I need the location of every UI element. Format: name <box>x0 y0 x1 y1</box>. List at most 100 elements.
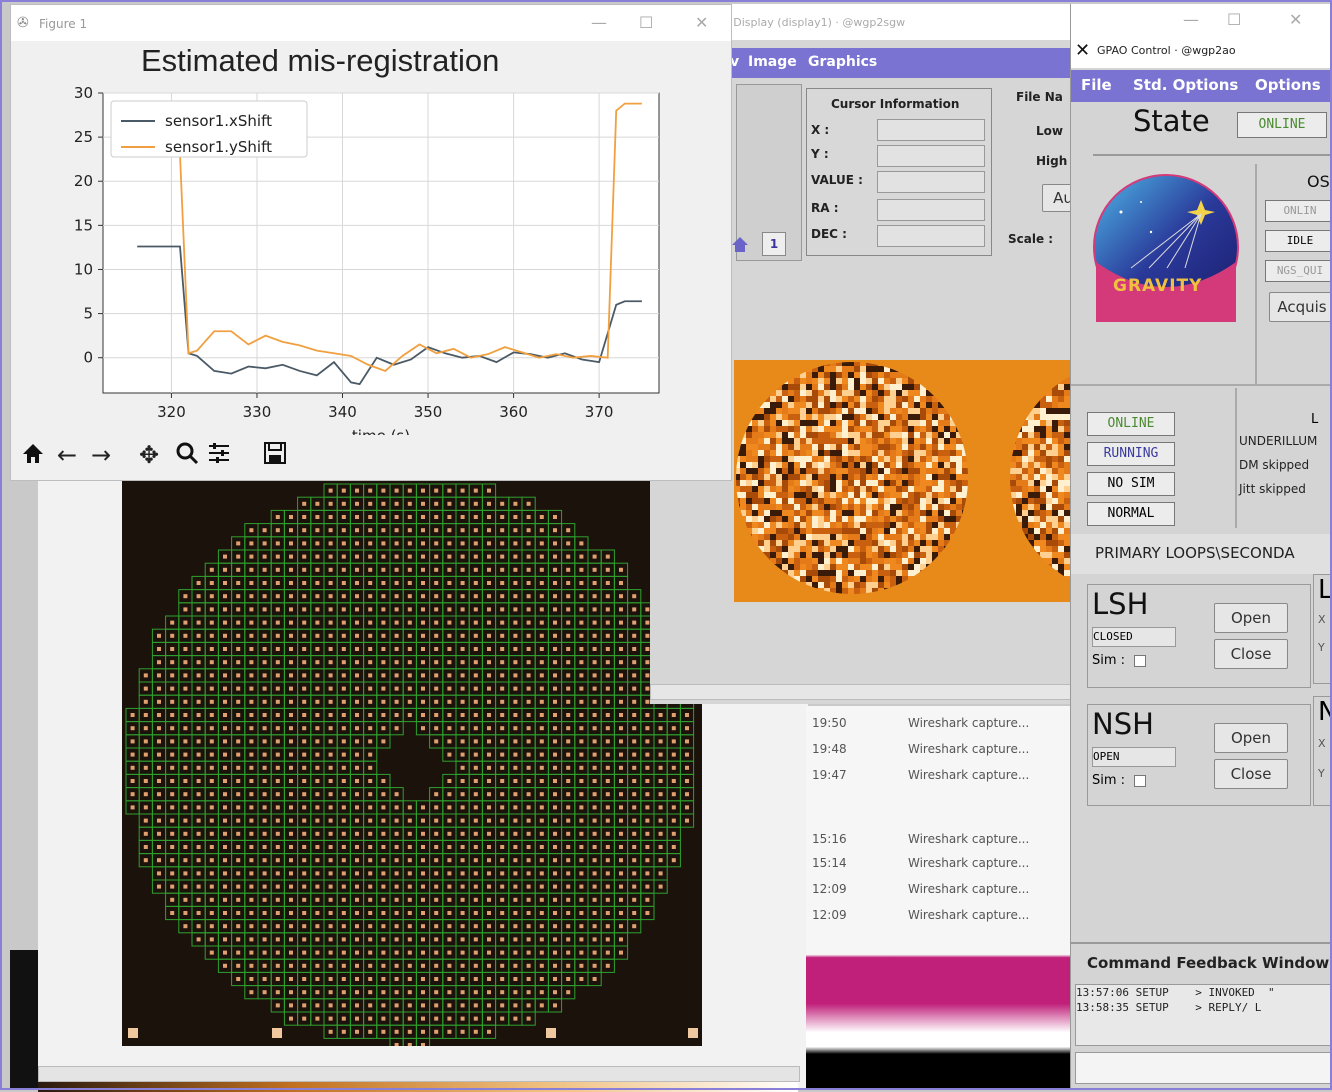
tab-primary-loops[interactable]: PRIMARY LOOPS\SECONDA <box>1095 544 1295 562</box>
scale-label: Scale : <box>1008 232 1053 246</box>
nsh-sim-checkbox[interactable] <box>1134 775 1146 787</box>
cmd-line: 13:58:35 SETUP > REPLY/ L <box>1076 1000 1332 1015</box>
gpao-os-titlebar[interactable]: — ☐ ✕ <box>1071 4 1332 34</box>
figure-toolbar: ← → ✥ <box>11 435 731 479</box>
configure-subplots-icon[interactable] <box>207 441 231 471</box>
gpao-menu-std-options[interactable]: Std. Options <box>1133 76 1238 94</box>
list-item[interactable]: 19:48Wireshark capture... <box>806 742 1070 762</box>
lsh-open-button[interactable]: Open <box>1214 603 1288 633</box>
low-label: Low <box>1036 124 1063 138</box>
back-arrow-icon[interactable]: ← <box>57 441 77 469</box>
legend-label: sensor1.yShift <box>165 138 272 156</box>
x-tick-label: 360 <box>499 403 528 421</box>
nsh-title: NSH <box>1092 707 1154 741</box>
misregistration-plot[interactable]: 320330340350360370051015202530time (s)se… <box>11 79 731 435</box>
image-display-scrollbar[interactable] <box>650 684 1072 700</box>
label-dec: DEC : <box>811 227 847 241</box>
acquis-button[interactable]: Acquis <box>1269 292 1332 322</box>
list-item[interactable]: 12:09Wireshark capture... <box>806 908 1070 928</box>
divider <box>1071 384 1332 386</box>
right-status-header: L <box>1311 412 1318 427</box>
label-y: Y : <box>811 147 829 161</box>
zoom-icon[interactable] <box>175 441 199 471</box>
forward-arrow-icon[interactable]: → <box>91 441 111 469</box>
close-button[interactable]: ✕ <box>695 13 708 32</box>
y-tick-label: 20 <box>74 172 93 190</box>
list-item[interactable]: 12:09Wireshark capture... <box>806 882 1070 902</box>
gpao-minimize-button[interactable]: — <box>1183 10 1199 29</box>
side-y-label: Y <box>1318 641 1325 654</box>
background-dark-region <box>10 950 38 1090</box>
nsh-close-button[interactable]: Close <box>1214 759 1288 789</box>
y-tick-label: 10 <box>74 260 93 278</box>
status-dm-skipped: DM skipped <box>1239 458 1309 472</box>
side-x-label: X <box>1318 613 1326 626</box>
corner-marker <box>546 1028 556 1038</box>
gpao-titlebar[interactable]: ✕ GPAO Control · @wgp2ao <box>1071 34 1332 68</box>
home-icon[interactable] <box>21 441 45 471</box>
log-time: 12:09 <box>812 908 847 922</box>
lsh-close-button[interactable]: Close <box>1214 639 1288 669</box>
x-tick-label: 330 <box>243 403 272 421</box>
field-x <box>877 119 985 141</box>
residual-map[interactable] <box>734 360 1070 602</box>
gpao-close-button[interactable]: ✕ <box>1289 10 1302 29</box>
minimize-button[interactable]: — <box>591 13 607 32</box>
cmd-line: 13:57:06 SETUP > INVOKED " <box>1076 985 1332 1000</box>
nsh-state: OPEN <box>1092 747 1176 767</box>
y-tick-label: 0 <box>83 349 93 367</box>
x-tick-label: 350 <box>414 403 443 421</box>
home-icon[interactable] <box>730 234 750 254</box>
pan-icon[interactable]: ✥ <box>139 441 159 469</box>
nsh-sim-label: Sim : <box>1092 773 1125 788</box>
log-desc: Wireshark capture... <box>908 716 1029 730</box>
x-tick-label: 370 <box>585 403 614 421</box>
menu-graphics[interactable]: Graphics <box>808 54 877 70</box>
os-status-ngs: NGS_QUI <box>1265 260 1332 282</box>
log-desc: Wireshark capture... <box>908 832 1029 846</box>
wavefront-sensor-image[interactable] <box>122 478 702 1046</box>
gpao-menu-file[interactable]: File <box>1081 76 1112 94</box>
divider <box>1235 388 1237 528</box>
cursor-info-box: Cursor Information X : Y : VALUE : RA : … <box>806 88 992 256</box>
loops-tab-bar[interactable]: PRIMARY LOOPS\SECONDA <box>1071 534 1332 574</box>
status-jitt-skipped: Jitt skipped <box>1239 482 1306 496</box>
log-time: 12:09 <box>812 882 847 896</box>
file-name-label: File Na <box>1016 90 1063 104</box>
y-tick-label: 25 <box>74 128 93 146</box>
log-desc: Wireshark capture... <box>908 742 1029 756</box>
command-input[interactable] <box>1075 1052 1332 1084</box>
command-feedback-log: 13:57:06 SETUP > INVOKED " 13:58:35 SETU… <box>1075 984 1332 1046</box>
figure-titlebar[interactable]: ✇ Figure 1 — ☐ ✕ <box>11 5 731 41</box>
gpao-menu-options[interactable]: Options <box>1255 76 1321 94</box>
lsh-sim-checkbox[interactable] <box>1134 655 1146 667</box>
high-label: High <box>1036 154 1067 168</box>
state-value: ONLINE <box>1237 112 1327 138</box>
gravity-logo: GRAVITY <box>1091 172 1241 322</box>
menu-image[interactable]: Image <box>748 54 797 70</box>
list-item[interactable]: 15:16Wireshark capture... <box>806 832 1070 852</box>
legend-label: sensor1.xShift <box>165 112 272 130</box>
list-item[interactable]: 15:14Wireshark capture... <box>806 856 1070 876</box>
lsh-state: CLOSED <box>1092 627 1176 647</box>
wfs-scrollbar[interactable] <box>38 1066 800 1082</box>
figure-window: ✇ Figure 1 — ☐ ✕ Estimated mis-registrat… <box>10 4 732 481</box>
lsh-panel: LSH CLOSED Sim : Open Close <box>1087 584 1311 688</box>
status-running: RUNNING <box>1087 442 1175 466</box>
image-display-title: ge Display (display1) · @wgp2sgw <box>716 16 905 29</box>
list-item[interactable]: 19:47Wireshark capture... <box>806 768 1070 788</box>
cursor-info-title: Cursor Information <box>831 97 959 111</box>
save-icon[interactable] <box>263 441 287 471</box>
maximize-button[interactable]: ☐ <box>639 13 653 32</box>
side-letter-l: L <box>1318 575 1332 605</box>
nsh-open-button[interactable]: Open <box>1214 723 1288 753</box>
log-time: 15:14 <box>812 856 847 870</box>
log-desc: Wireshark capture... <box>908 768 1029 782</box>
list-item[interactable]: 19:50Wireshark capture... <box>806 716 1070 736</box>
gpao-menubar: File Std. Options Options <box>1071 70 1332 102</box>
subaperture-cells <box>126 484 694 1046</box>
frame-number-button[interactable]: 1 <box>762 232 786 256</box>
residual-pupil-left <box>734 360 974 600</box>
field-value <box>877 171 985 193</box>
gpao-maximize-button[interactable]: ☐ <box>1227 10 1241 29</box>
